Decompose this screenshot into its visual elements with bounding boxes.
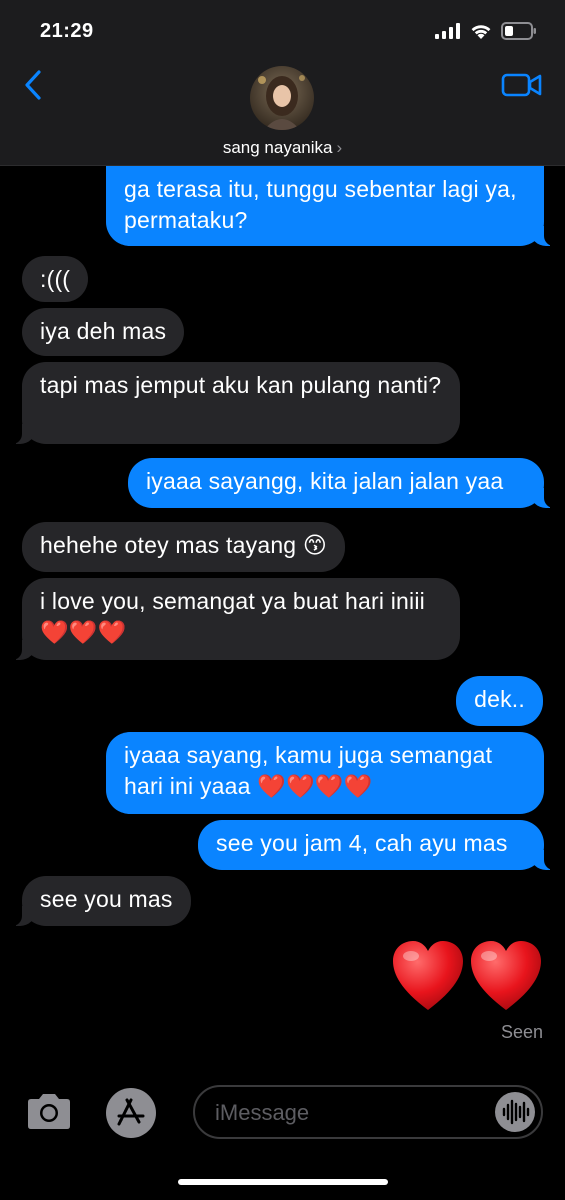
message-input[interactable]: iMessage bbox=[193, 1085, 543, 1139]
conversation-header: 21:29 sang nayanika › bbox=[0, 0, 565, 166]
audio-waveform-icon bbox=[502, 1099, 530, 1125]
contact-name: sang nayanika bbox=[222, 138, 333, 157]
message-incoming[interactable]: tapi mas jemput aku kan pulang nanti? bbox=[12, 362, 460, 444]
message-outgoing[interactable]: see you jam 4, cah ayu mas bbox=[198, 820, 554, 870]
app-store-button[interactable] bbox=[106, 1088, 156, 1138]
message-incoming[interactable]: i love you, semangat ya buat hari iniii … bbox=[12, 578, 460, 660]
wifi-icon bbox=[471, 25, 491, 39]
video-call-button[interactable] bbox=[501, 70, 543, 100]
app-store-icon bbox=[117, 1098, 145, 1126]
video-call-icon bbox=[501, 73, 542, 97]
message-text: ga terasa itu, tunggu sebentar lagi ya, … bbox=[124, 176, 517, 233]
back-chevron-icon bbox=[25, 70, 41, 100]
message-outgoing[interactable]: iyaaa sayangg, kita jalan jalan yaa bbox=[128, 458, 554, 508]
message-text: see you mas bbox=[40, 886, 173, 912]
audio-message-button[interactable] bbox=[495, 1092, 535, 1132]
message-text: tapi mas jemput aku kan pulang nanti? bbox=[40, 372, 442, 398]
message-incoming[interactable]: iya deh mas bbox=[22, 308, 185, 356]
message-incoming[interactable]: hehehe otey mas tayang 😙 bbox=[22, 522, 346, 572]
message-text: i love you, semangat ya buat hari iniii … bbox=[40, 588, 425, 645]
message-outgoing[interactable]: ga terasa itu, tunggu sebentar lagi ya, … bbox=[106, 166, 554, 246]
back-button[interactable] bbox=[20, 70, 50, 100]
message-incoming[interactable]: see you mas bbox=[12, 876, 191, 926]
message-text: iya deh mas bbox=[40, 318, 167, 344]
contact-name-button[interactable]: sang nayanika › bbox=[0, 138, 565, 158]
battery-icon bbox=[501, 22, 536, 40]
avatar-photo bbox=[250, 66, 314, 130]
read-receipt: Seen bbox=[500, 1022, 543, 1042]
chevron-right-icon: › bbox=[336, 138, 343, 157]
message-outgoing[interactable]: dek.. bbox=[456, 676, 543, 726]
heart-icon bbox=[471, 941, 541, 1010]
message-text: iyaaa sayangg, kita jalan jalan yaa bbox=[146, 468, 504, 494]
message-text: dek.. bbox=[474, 686, 525, 712]
contact-avatar[interactable] bbox=[250, 66, 314, 130]
home-indicator[interactable] bbox=[178, 1179, 388, 1185]
status-icons bbox=[435, 22, 537, 40]
camera-icon bbox=[28, 1094, 70, 1129]
status-time: 21:29 bbox=[40, 20, 94, 42]
message-text: :((( bbox=[40, 266, 71, 292]
message-text: see you jam 4, cah ayu mas bbox=[216, 830, 508, 856]
message-outgoing-emoji[interactable] bbox=[391, 940, 543, 1012]
message-text: iyaaa sayang, kamu juga semangat hari in… bbox=[124, 742, 493, 799]
heart-icon bbox=[393, 941, 463, 1010]
message-text: hehehe otey mas tayang 😙 bbox=[40, 532, 328, 558]
camera-button[interactable] bbox=[24, 1092, 74, 1132]
message-incoming[interactable]: :((( bbox=[22, 256, 89, 302]
message-outgoing[interactable]: iyaaa sayang, kamu juga semangat hari in… bbox=[106, 732, 544, 814]
message-input-placeholder: iMessage bbox=[215, 1100, 310, 1125]
signal-icon bbox=[435, 23, 460, 39]
